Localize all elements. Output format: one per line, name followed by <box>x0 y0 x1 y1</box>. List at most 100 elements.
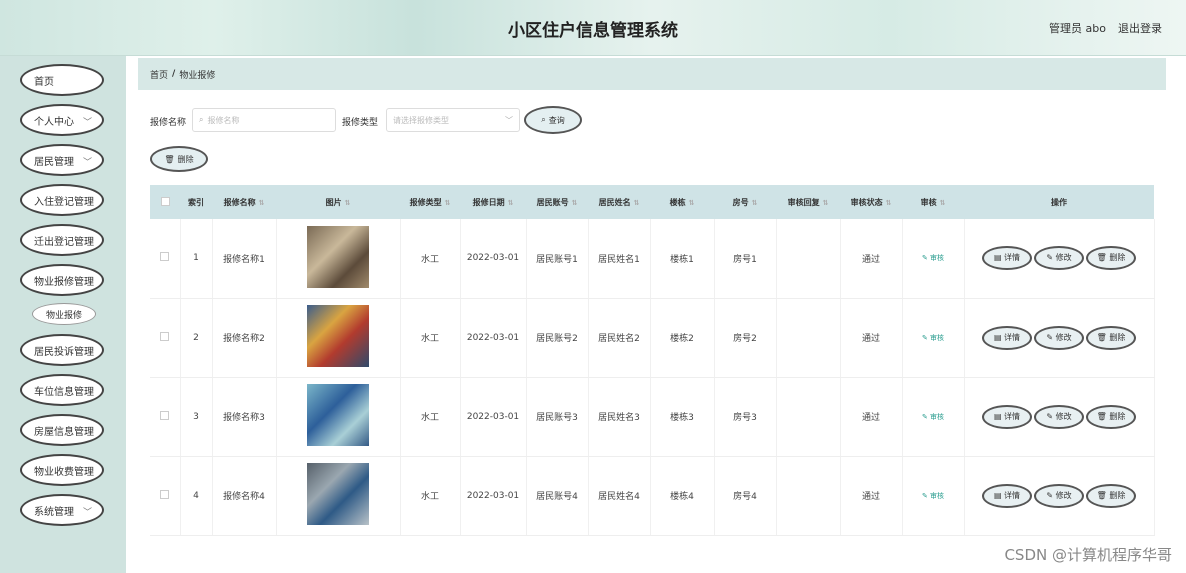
sort-icon[interactable]: ⇅ <box>258 199 264 207</box>
cell-status: 通过 <box>840 456 903 536</box>
repair-photo[interactable] <box>307 384 369 446</box>
sidebar-item-label: 车位信息管理 <box>34 386 94 398</box>
search-icon: ⌕ <box>199 115 204 124</box>
repair-photo[interactable] <box>307 225 369 288</box>
sidebar-item-label: 迁出登记管理 <box>34 236 94 248</box>
table-row: 1 报修名称1 水工 2022-03-01 居民账号1 居民姓名1 楼栋1 房号… <box>150 219 1155 299</box>
sidebar: 首页 个人中心 ﹀ 居民管理 ﹀ 入住登记管理 迁出登记管理 物业报修管理 物业报修… <box>0 56 126 573</box>
edit-button[interactable]: ✎ 修改 <box>1034 325 1084 350</box>
audit-link[interactable]: ✎ 审核 <box>922 413 944 421</box>
column-header[interactable]: 居民姓名 ⇅ <box>588 185 650 219</box>
sidebar-item-system[interactable]: 系统管理 ﹀ <box>20 494 104 526</box>
batch-delete-button[interactable]: 🗑 删除 <box>150 146 208 172</box>
repair-name-input[interactable]: ⌕ 报修名称 <box>192 108 336 132</box>
delete-button[interactable]: 🗑 删除 <box>1086 246 1136 271</box>
detail-button[interactable]: ▤ 详情 <box>982 246 1032 271</box>
column-header: 操作 <box>964 185 1154 219</box>
cell-actions: ▤ 详情 ✎ 修改 🗑 删除 <box>964 219 1155 299</box>
column-header[interactable]: 楼栋 ⇅ <box>650 185 714 219</box>
sidebar-item-parking[interactable]: 车位信息管理 <box>20 374 104 406</box>
column-header[interactable]: 审核回复 ⇅ <box>776 185 840 219</box>
row-checkbox[interactable] <box>150 456 181 536</box>
sort-icon[interactable]: ⇅ <box>571 199 577 207</box>
sidebar-item-checkout[interactable]: 迁出登记管理 <box>20 224 104 256</box>
cell-type: 水工 <box>400 377 461 457</box>
column-header[interactable]: 房号 ⇅ <box>714 185 776 219</box>
delete-button[interactable]: 🗑 删除 <box>1086 404 1136 429</box>
column-header[interactable]: 居民账号 ⇅ <box>526 185 588 219</box>
breadcrumb-home[interactable]: 首页 <box>150 68 168 81</box>
cell-room: 房号3 <box>714 377 777 457</box>
delete-button[interactable]: 🗑 删除 <box>1086 325 1136 350</box>
table-row: 2 报修名称2 水工 2022-03-01 居民账号2 居民姓名2 楼栋2 房号… <box>150 298 1155 378</box>
cell-account: 居民账号3 <box>526 377 589 457</box>
repair-type-placeholder: 请选择报修类型 <box>393 115 449 125</box>
cell-audit: ✎ 审核 <box>902 456 965 536</box>
sidebar-item-repairs[interactable]: 物业报修管理 <box>20 264 104 296</box>
cell-building: 楼栋1 <box>650 219 715 299</box>
sidebar-subitem-repair[interactable]: 物业报修 <box>32 303 96 325</box>
edit-button[interactable]: ✎ 修改 <box>1034 483 1084 508</box>
repair-photo[interactable] <box>307 305 369 367</box>
sort-icon[interactable]: ⇅ <box>688 199 694 207</box>
sort-icon[interactable]: ⇅ <box>507 199 513 207</box>
sort-icon[interactable]: ⇅ <box>751 199 757 207</box>
sidebar-item-personal-center[interactable]: 个人中心 ﹀ <box>20 104 104 136</box>
sort-icon[interactable]: ⇅ <box>633 199 639 207</box>
cell-building: 楼栋3 <box>650 377 715 457</box>
column-header[interactable]: 报修日期 ⇅ <box>460 185 526 219</box>
delete-button[interactable]: 🗑 删除 <box>1086 483 1136 508</box>
row-checkbox[interactable] <box>150 377 181 457</box>
logout-link[interactable]: 退出登录 <box>1118 20 1162 36</box>
row-checkbox[interactable] <box>150 298 181 378</box>
search-icon: ⌕ <box>541 115 546 124</box>
sidebar-item-label: 居民投诉管理 <box>34 346 94 358</box>
cell-building: 楼栋4 <box>650 456 715 536</box>
audit-link[interactable]: ✎ 审核 <box>922 254 944 262</box>
breadcrumb-current: 物业报修 <box>179 70 216 81</box>
cell-name: 报修名称2 <box>212 298 277 378</box>
sidebar-item-residents[interactable]: 居民管理 ﹀ <box>20 144 104 176</box>
edit-button[interactable]: ✎ 修改 <box>1034 404 1084 429</box>
detail-button[interactable]: ▤ 详情 <box>982 404 1032 429</box>
top-header: 小区住户信息管理系统 管理员 abo 退出登录 <box>0 0 1186 56</box>
detail-button[interactable]: ▤ 详情 <box>982 483 1032 508</box>
cell-name: 报修名称4 <box>212 456 277 536</box>
edit-button[interactable]: ✎ 修改 <box>1034 246 1084 271</box>
sidebar-item-label: 房屋信息管理 <box>34 426 94 438</box>
column-header[interactable]: 审核状态 ⇅ <box>840 185 902 219</box>
sidebar-item-complaints[interactable]: 居民投诉管理 <box>20 334 104 366</box>
column-header[interactable]: 报修类型 ⇅ <box>400 185 460 219</box>
column-header[interactable]: 索引 <box>180 185 212 219</box>
repair-name-placeholder: 报修名称 <box>207 115 240 125</box>
sort-icon[interactable]: ⇅ <box>444 199 450 207</box>
cell-room: 房号2 <box>714 298 777 378</box>
column-header[interactable]: 报修名称 ⇅ <box>212 185 276 219</box>
app-title: 小区住户信息管理系统 <box>508 21 678 41</box>
select-all-checkbox[interactable] <box>150 185 180 219</box>
detail-button[interactable]: ▤ 详情 <box>982 325 1032 350</box>
sidebar-item-home[interactable]: 首页 <box>20 64 104 96</box>
sort-icon[interactable]: ⇅ <box>344 199 350 207</box>
sidebar-item-housing[interactable]: 房屋信息管理 <box>20 414 104 446</box>
column-header[interactable]: 图片 ⇅ <box>276 185 400 219</box>
watermark: CSDN @计算机程序华哥 <box>1004 546 1172 564</box>
query-button[interactable]: ⌕ 查询 <box>524 106 582 134</box>
cell-account: 居民账号2 <box>526 298 589 378</box>
repair-photo[interactable] <box>307 463 369 525</box>
cell-photo <box>276 298 401 378</box>
cell-photo <box>276 456 401 536</box>
sort-icon[interactable]: ⇅ <box>885 199 891 207</box>
cell-type: 水工 <box>400 298 461 378</box>
row-checkbox[interactable] <box>150 219 181 299</box>
audit-link[interactable]: ✎ 审核 <box>922 492 944 500</box>
audit-link[interactable]: ✎ 审核 <box>922 334 944 342</box>
sort-icon[interactable]: ⇅ <box>822 199 828 207</box>
column-header[interactable]: 审核 ⇅ <box>902 185 964 219</box>
repair-type-select[interactable]: 请选择报修类型 ﹀ <box>386 108 520 132</box>
sidebar-item-checkin[interactable]: 入住登记管理 <box>20 184 104 216</box>
cell-resident: 居民姓名3 <box>588 377 651 457</box>
cell-index: 2 <box>180 298 213 378</box>
sort-icon[interactable]: ⇅ <box>939 199 945 207</box>
sidebar-item-fees[interactable]: 物业收费管理 <box>20 454 104 486</box>
